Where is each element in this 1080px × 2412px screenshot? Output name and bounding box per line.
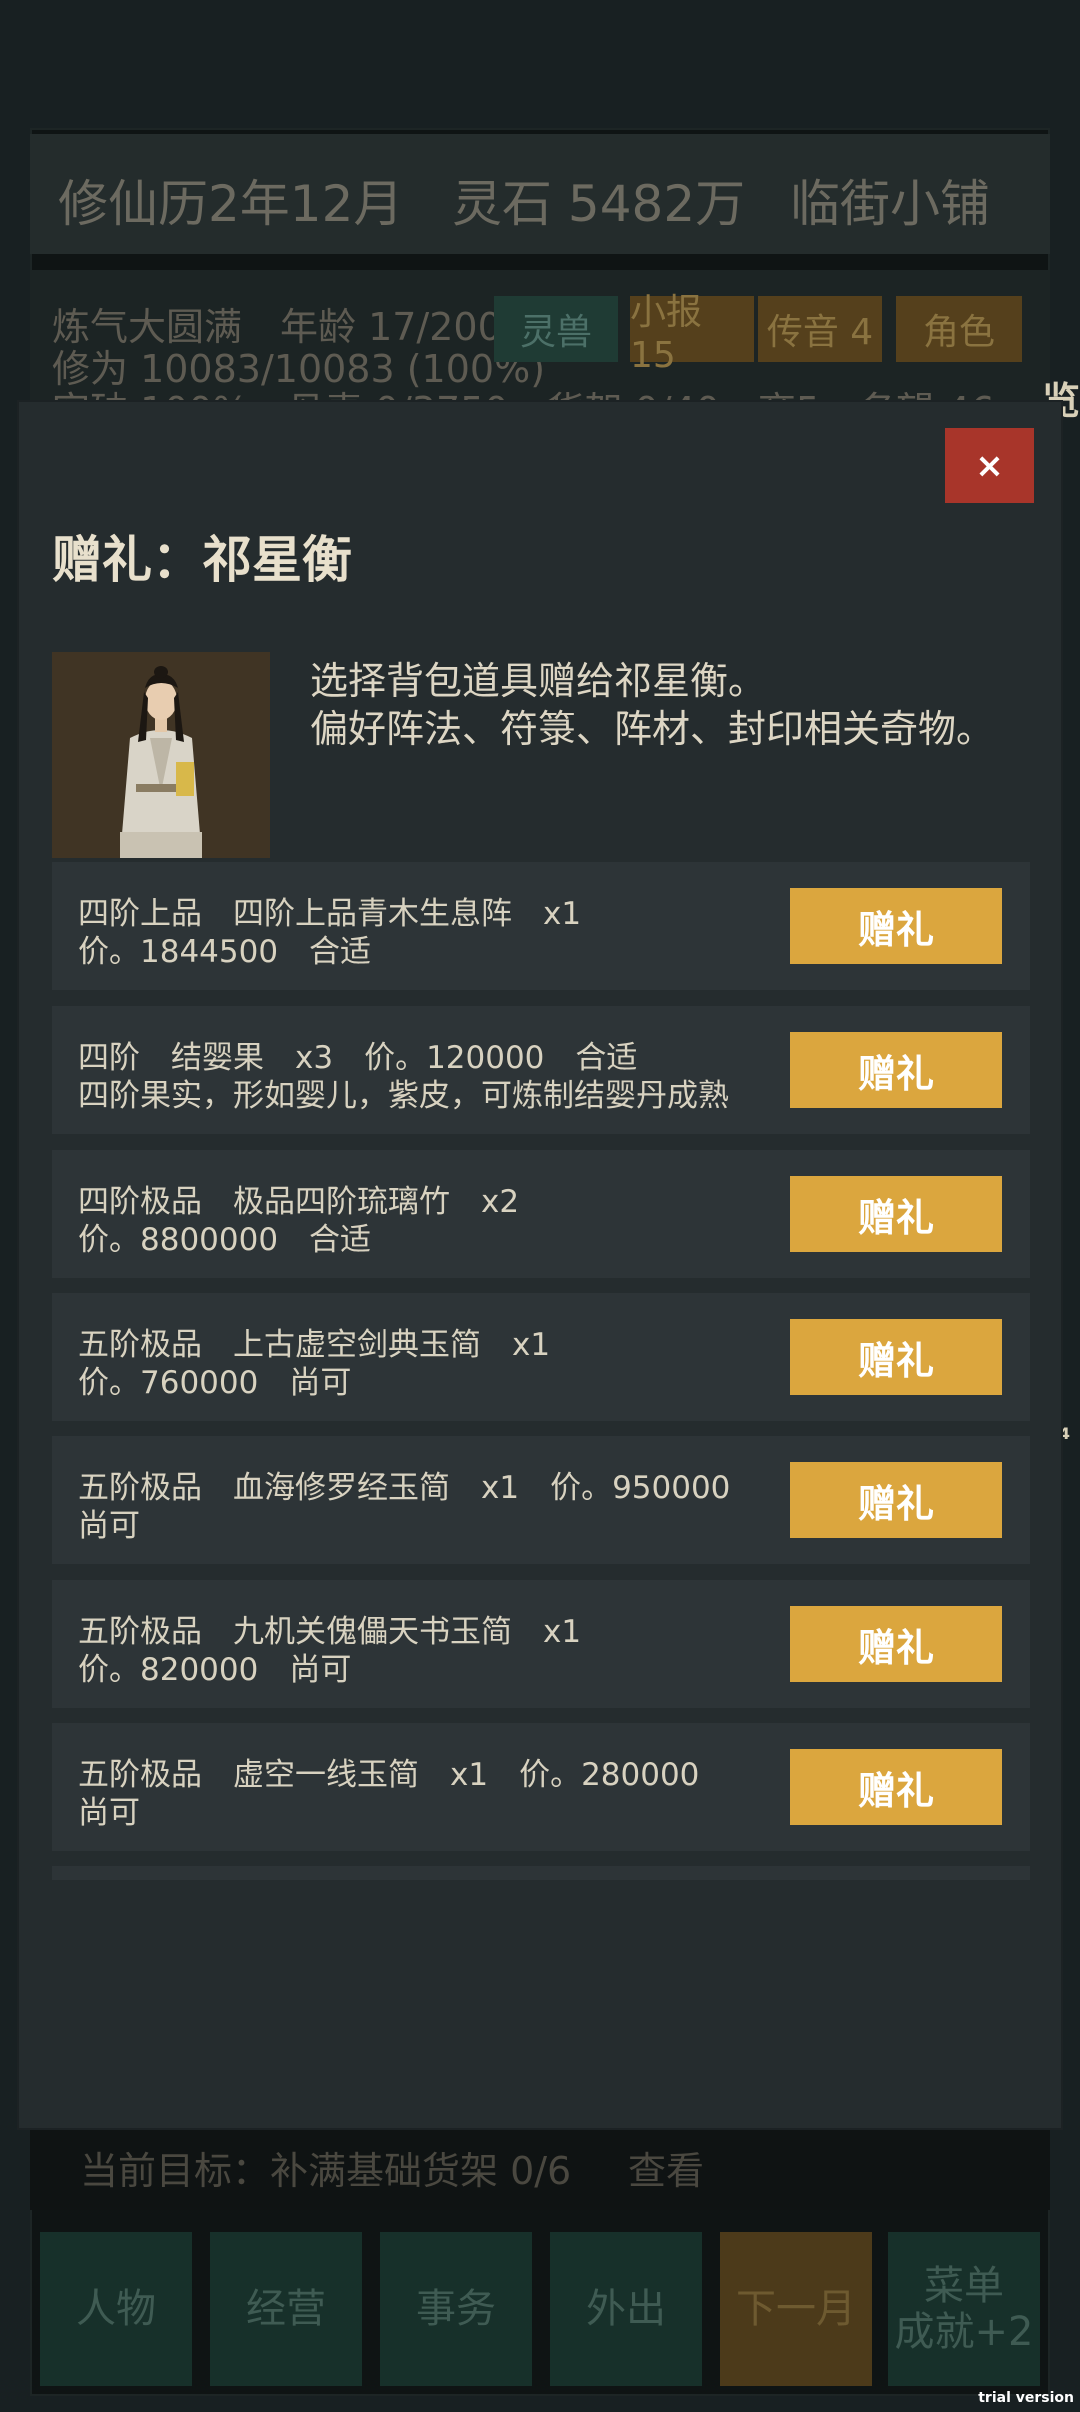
- close-button[interactable]: ×: [945, 428, 1034, 503]
- dialog-description: 选择背包道具赠给祁星衡。: [310, 659, 767, 703]
- item-detail: 四阶果实，形如婴儿，紫皮，可炼制结婴丹成熟: [78, 1078, 729, 1114]
- nav-outing-button[interactable]: 外出: [550, 2232, 702, 2386]
- item-detail: 价。820000 尚可: [78, 1652, 352, 1688]
- gift-button[interactable]: 赠礼: [790, 1176, 1002, 1252]
- gift-button[interactable]: 赠礼: [790, 1462, 1002, 1538]
- gift-item-row: 四阶上品 四阶上品青木生息阵 x1 价。1844500 合适 赠礼: [52, 862, 1030, 990]
- gift-item-row: 四阶 结婴果 x3 价。120000 合适 四阶果实，形如婴儿，紫皮，可炼制结婴…: [52, 1006, 1030, 1134]
- achievement-label: 成就+2: [894, 2309, 1034, 2355]
- message-button[interactable]: 传音 4: [758, 296, 882, 362]
- character-portrait: [52, 652, 270, 858]
- goal-view-link[interactable]: 查看: [628, 2140, 704, 2195]
- shop-name: 临街小铺: [790, 175, 990, 233]
- item-detail: 尚可: [78, 1508, 140, 1544]
- gift-button[interactable]: 赠礼: [790, 1749, 1002, 1825]
- item-detail: 价。1844500 合适: [78, 934, 372, 970]
- portrait-figure-icon: [52, 652, 270, 858]
- item-title: 五阶极品 血海修罗经玉简 x1 价。950000: [78, 1470, 731, 1506]
- watermark: trial version: [978, 2390, 1074, 2406]
- gift-button[interactable]: 赠礼: [790, 1032, 1002, 1108]
- nav-next-month-button[interactable]: 下一月: [720, 2232, 872, 2386]
- gift-item-row: 五阶极品 九机关傀儡天书玉简 x1 价。820000 尚可 赠礼: [52, 1580, 1030, 1708]
- current-goal: 当前目标：补满基础货架 0/6: [80, 2149, 572, 2193]
- menu-label: 菜单: [924, 2263, 1004, 2309]
- gift-item-row-partial: [52, 1866, 1030, 1880]
- spirit-stone-count: 灵石 5482万: [452, 175, 746, 233]
- item-detail: 价。760000 尚可: [78, 1365, 352, 1401]
- nav-affairs-button[interactable]: 事务: [380, 2232, 532, 2386]
- gift-button[interactable]: 赠礼: [790, 1606, 1002, 1682]
- gift-item-row: 五阶极品 虚空一线玉简 x1 价。280000 尚可 赠礼: [52, 1723, 1030, 1851]
- gift-item-row: 四阶极品 极品四阶琉璃竹 x2 价。8800000 合适 赠礼: [52, 1150, 1030, 1278]
- item-title: 五阶极品 虚空一线玉简 x1 价。280000: [78, 1757, 700, 1793]
- nav-menu-button[interactable]: 菜单 成就+2: [888, 2232, 1040, 2386]
- item-detail: 价。8800000 合适: [78, 1222, 372, 1258]
- top-header: 修仙历2年12月 灵石 5482万 临街小铺: [30, 134, 1050, 254]
- gift-item-row: 五阶极品 上古虚空剑典玉简 x1 价。760000 尚可 赠礼: [52, 1293, 1030, 1421]
- spirit-beast-button[interactable]: 灵兽: [494, 296, 618, 362]
- role-button[interactable]: 角色: [896, 296, 1022, 362]
- item-detail: 尚可: [78, 1795, 140, 1831]
- gift-button[interactable]: 赠礼: [790, 1319, 1002, 1395]
- nav-character-button[interactable]: 人物: [40, 2232, 192, 2386]
- gift-item-row: 五阶极品 血海修罗经玉简 x1 价。950000 尚可 赠礼: [52, 1436, 1030, 1564]
- dialog-title: 赠礼：祁星衡: [52, 531, 352, 589]
- gift-preference: 偏好阵法、符箓、阵材、封印相关奇物。: [310, 707, 995, 751]
- news-button[interactable]: 小报 15: [630, 292, 754, 376]
- nav-business-button[interactable]: 经营: [210, 2232, 362, 2386]
- calendar-date: 修仙历2年12月: [58, 175, 404, 233]
- gift-button[interactable]: 赠礼: [790, 888, 1002, 964]
